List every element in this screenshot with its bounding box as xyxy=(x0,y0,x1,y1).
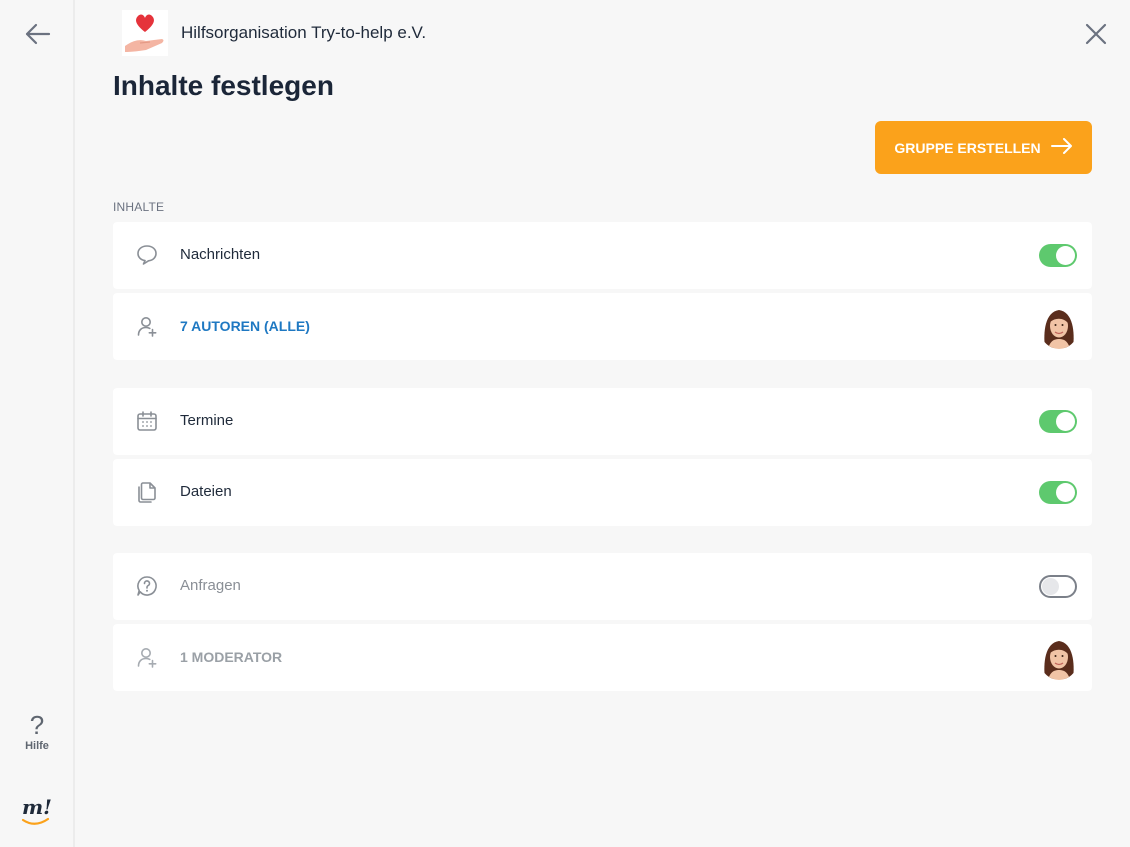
question-bubble-icon xyxy=(135,574,159,598)
add-person-icon xyxy=(135,314,159,338)
content-row-moderator: 1 MODERATOR xyxy=(113,624,1092,691)
content-row-autoren: 7 AUTOREN (ALLE) xyxy=(113,293,1092,360)
row-label: Nachrichten xyxy=(180,246,261,263)
avatar[interactable] xyxy=(1039,635,1079,680)
content-row-anfragen: Anfragen xyxy=(113,553,1092,620)
help-icon: ? xyxy=(29,710,45,740)
termine-toggle[interactable] xyxy=(1039,410,1077,433)
org-logo xyxy=(122,10,168,56)
speech-bubble-icon xyxy=(135,243,159,267)
brand-logo: m! xyxy=(20,790,54,830)
org-name: Hilfsorganisation Try-to-help e.V. xyxy=(181,23,427,42)
section-label: INHALTE xyxy=(113,200,165,214)
add-person-icon xyxy=(135,645,159,669)
content-row-nachrichten: Nachrichten xyxy=(113,222,1092,289)
left-rail: ? Hilfe m! xyxy=(0,0,75,847)
nachrichten-toggle[interactable] xyxy=(1039,244,1077,267)
back-arrow-icon[interactable] xyxy=(22,20,52,48)
autoren-link[interactable]: 7 AUTOREN (ALLE) xyxy=(180,318,310,334)
anfragen-toggle[interactable] xyxy=(1039,575,1077,598)
dateien-toggle[interactable] xyxy=(1039,481,1077,504)
arrow-right-icon xyxy=(1050,138,1073,157)
help-button[interactable]: ? Hilfe xyxy=(18,712,56,752)
moderator-link[interactable]: 1 MODERATOR xyxy=(180,649,282,665)
avatar[interactable] xyxy=(1039,304,1079,349)
page-title: Inhalte festlegen xyxy=(113,70,334,101)
row-label: Dateien xyxy=(180,483,232,500)
row-label: Anfragen xyxy=(180,577,241,594)
calendar-icon xyxy=(135,409,159,433)
create-group-button[interactable]: GRUPPE ERSTELLEN xyxy=(875,121,1092,174)
brand-logo-text: m! xyxy=(22,795,52,819)
help-label: Hilfe xyxy=(25,740,49,752)
content-row-termine: Termine xyxy=(113,388,1092,455)
content-row-dateien: Dateien xyxy=(113,459,1092,526)
row-label: Termine xyxy=(180,412,234,429)
files-icon xyxy=(135,480,159,504)
close-icon[interactable] xyxy=(1084,22,1108,46)
create-group-label: GRUPPE ERSTELLEN xyxy=(894,139,1041,156)
main-panel: Hilfsorganisation Try-to-help e.V. Inhal… xyxy=(76,0,1130,847)
